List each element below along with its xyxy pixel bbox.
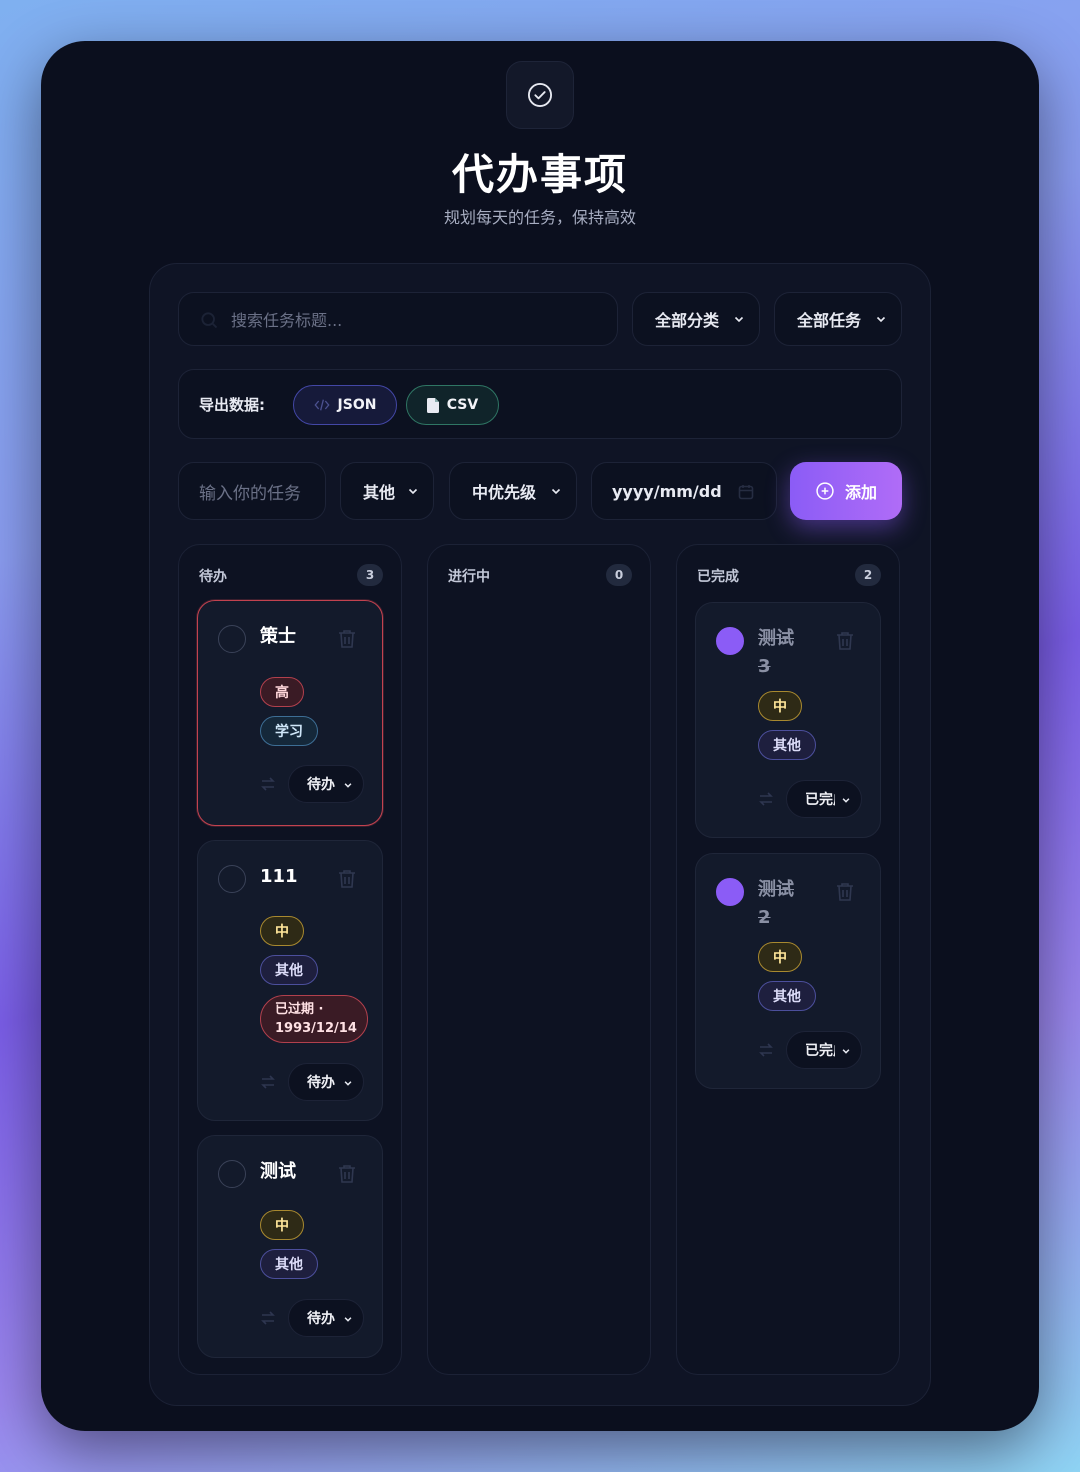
chevron-down-icon bbox=[876, 316, 886, 323]
complete-checkbox[interactable] bbox=[716, 627, 744, 655]
export-json-label: JSON bbox=[337, 397, 377, 413]
trash-icon[interactable] bbox=[836, 631, 854, 651]
task-category-value: 其他 bbox=[363, 483, 396, 502]
complete-checkbox[interactable] bbox=[218, 625, 246, 653]
chevron-down-icon bbox=[734, 316, 744, 323]
status-select-value: 待办 bbox=[307, 777, 335, 793]
status-select[interactable]: 待办 bbox=[288, 765, 364, 803]
swap-icon bbox=[261, 1311, 275, 1325]
swap-icon bbox=[759, 1043, 773, 1057]
category-tag: 其他 bbox=[758, 981, 816, 1011]
task-priority-select[interactable]: 中优先级 bbox=[449, 462, 577, 520]
status-filter-select[interactable]: 全部任务 bbox=[774, 292, 902, 346]
swap-icon bbox=[759, 792, 773, 806]
app-window: 代办事项 规划每天的任务，保持高效 搜索任务标题... 全部分类 全部任务 导出… bbox=[41, 41, 1039, 1431]
chevron-down-icon bbox=[344, 783, 352, 788]
task-title: 111 bbox=[260, 866, 298, 887]
trash-icon[interactable] bbox=[338, 1164, 356, 1184]
search-icon bbox=[201, 312, 218, 329]
column-title: 待办 bbox=[199, 569, 227, 585]
category-tag: 其他 bbox=[260, 955, 318, 985]
task-title: 策士 bbox=[260, 626, 296, 647]
column-title: 进行中 bbox=[448, 569, 490, 585]
trash-icon[interactable] bbox=[836, 882, 854, 902]
category-tag: 其他 bbox=[260, 1249, 318, 1279]
chevron-down-icon bbox=[842, 798, 850, 803]
category-filter-select[interactable]: 全部分类 bbox=[632, 292, 760, 346]
chevron-down-icon bbox=[344, 1081, 352, 1086]
due-date-placeholder: yyyy/mm/dd bbox=[612, 481, 722, 501]
column-count-badge: 2 bbox=[855, 564, 881, 586]
export-json-button[interactable]: JSON bbox=[293, 385, 397, 425]
page-subtitle: 规划每天的任务，保持高效 bbox=[443, 208, 636, 227]
priority-tag: 中 bbox=[758, 942, 802, 972]
status-select[interactable]: 待办 bbox=[288, 1063, 364, 1101]
export-bar: 导出数据: JSON CSV bbox=[178, 369, 902, 439]
code-icon bbox=[313, 399, 330, 411]
status-select-value: 待办 bbox=[307, 1311, 335, 1327]
chevron-down-icon bbox=[408, 488, 418, 495]
task-card[interactable]: 测试 中 其他 待办 bbox=[197, 1135, 383, 1358]
column-count-badge: 3 bbox=[357, 564, 383, 586]
status-select-value: 已完成 bbox=[805, 792, 835, 808]
task-category-select[interactable]: 其他 bbox=[340, 462, 434, 520]
column-done: 已完成 2 测试 3 中 其他 已完成 测试 2 中 其他 bbox=[676, 544, 900, 1375]
column-in-progress: 进行中 0 bbox=[427, 544, 651, 1375]
page-title: 代办事项 bbox=[451, 150, 628, 199]
plus-circle-icon bbox=[816, 482, 834, 500]
trash-icon[interactable] bbox=[338, 629, 356, 649]
priority-tag: 中 bbox=[260, 1210, 304, 1240]
swap-icon bbox=[261, 1075, 275, 1089]
file-icon bbox=[426, 397, 439, 413]
logo bbox=[506, 61, 574, 129]
task-card[interactable]: 测试 2 中 其他 已完成 bbox=[695, 853, 881, 1089]
add-task-label: 添加 bbox=[844, 483, 877, 502]
task-card[interactable]: 111 中 其他 已过期 · 1993/12/14 待办 bbox=[197, 840, 383, 1121]
export-csv-label: CSV bbox=[446, 397, 479, 413]
category-tag: 学习 bbox=[260, 716, 318, 746]
task-title: 测试 bbox=[260, 1161, 296, 1182]
task-input[interactable]: 输入你的任务 bbox=[178, 462, 326, 520]
task-priority-value: 中优先级 bbox=[472, 483, 537, 502]
trash-icon[interactable] bbox=[338, 869, 356, 889]
status-select-value: 待办 bbox=[307, 1075, 335, 1091]
task-title: 测试 2 bbox=[758, 879, 794, 928]
status-select[interactable]: 已完成 bbox=[786, 780, 862, 818]
chevron-down-icon bbox=[551, 488, 561, 495]
task-input-placeholder: 输入你的任务 bbox=[199, 483, 301, 504]
chevron-down-icon bbox=[842, 1049, 850, 1054]
main-panel: 搜索任务标题... 全部分类 全部任务 导出数据: JSON CSV 输入你的任… bbox=[149, 263, 931, 1406]
category-filter-value: 全部分类 bbox=[655, 311, 720, 330]
column-title: 已完成 bbox=[697, 569, 739, 585]
complete-checkbox[interactable] bbox=[218, 865, 246, 893]
due-date-input[interactable]: yyyy/mm/dd bbox=[591, 462, 777, 520]
complete-checkbox[interactable] bbox=[716, 878, 744, 906]
status-filter-value: 全部任务 bbox=[797, 311, 862, 330]
export-label: 导出数据: bbox=[199, 396, 265, 414]
search-placeholder: 搜索任务标题... bbox=[231, 311, 343, 330]
chevron-down-icon bbox=[344, 1317, 352, 1322]
category-tag: 其他 bbox=[758, 730, 816, 760]
search-input[interactable]: 搜索任务标题... bbox=[178, 292, 618, 346]
status-select[interactable]: 已完成 bbox=[786, 1031, 862, 1069]
status-select[interactable]: 待办 bbox=[288, 1299, 364, 1337]
column-count-badge: 0 bbox=[606, 564, 632, 586]
task-title: 测试 3 bbox=[758, 628, 794, 677]
calendar-icon[interactable] bbox=[738, 484, 754, 500]
overdue-badge: 已过期 · 1993/12/14 bbox=[260, 995, 368, 1043]
swap-icon bbox=[261, 777, 275, 791]
task-card[interactable]: 测试 3 中 其他 已完成 bbox=[695, 602, 881, 838]
priority-tag: 中 bbox=[260, 916, 304, 946]
complete-checkbox[interactable] bbox=[218, 1160, 246, 1188]
add-task-button[interactable]: 添加 bbox=[790, 462, 902, 520]
check-circle-icon bbox=[527, 82, 553, 108]
column-todo: 待办 3 策士 高 学习 待办 111 中 其他 已过期 · 1993/12/1… bbox=[178, 544, 402, 1375]
status-select-value: 已完成 bbox=[805, 1043, 835, 1059]
priority-tag: 高 bbox=[260, 677, 304, 707]
export-csv-button[interactable]: CSV bbox=[406, 385, 499, 425]
task-card[interactable]: 策士 高 学习 待办 bbox=[197, 600, 383, 826]
priority-tag: 中 bbox=[758, 691, 802, 721]
